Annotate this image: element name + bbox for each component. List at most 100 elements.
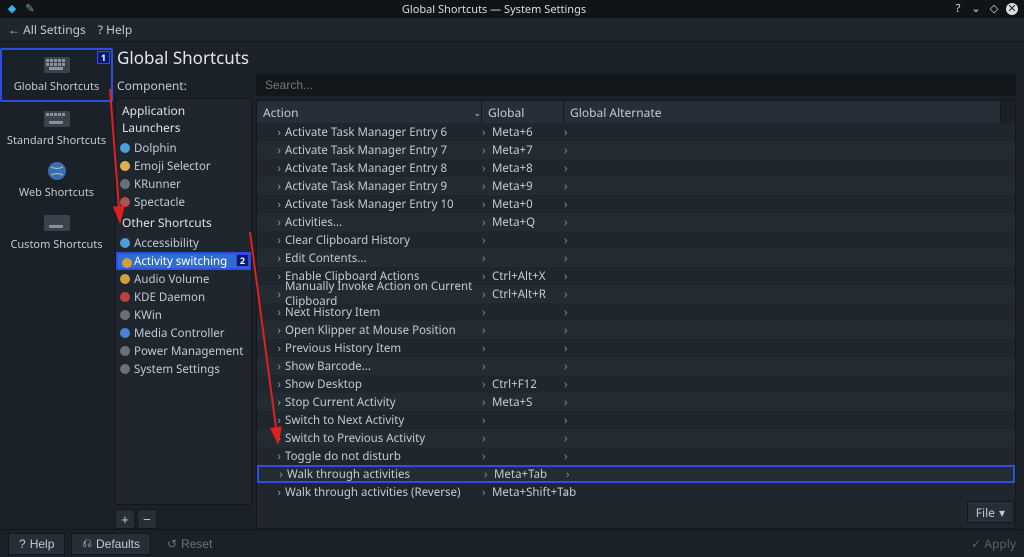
expand-icon[interactable]: › (257, 485, 285, 500)
file-button[interactable]: File ▾ (967, 501, 1014, 523)
maximize-icon[interactable]: ◇ (988, 3, 1000, 15)
table-row[interactable]: › Manually Invoke Action on Current Clip… (257, 285, 1015, 303)
chev-icon: › (484, 467, 494, 482)
comp-item-power[interactable]: Power Management (116, 342, 251, 360)
add-button[interactable]: + (115, 509, 135, 529)
footer: ?Help ⎌Defaults ↺ Reset Apply (0, 529, 1024, 557)
header-alternate[interactable]: Global Alternate (564, 101, 1001, 123)
defaults-button[interactable]: ⎌Defaults (71, 533, 151, 555)
action-label: Show Barcode... (285, 359, 482, 374)
expand-icon[interactable]: › (257, 251, 285, 266)
comp-item-system-settings[interactable]: System Settings (116, 360, 251, 378)
action-label: Previous History Item (285, 341, 482, 356)
search-input[interactable] (256, 74, 1016, 96)
expand-icon[interactable]: › (257, 341, 285, 356)
expand-icon[interactable]: › (257, 233, 285, 248)
expand-icon[interactable]: › (257, 323, 285, 338)
table-row[interactable]: › Activate Task Manager Entry 9 › Meta+9… (257, 177, 1015, 195)
chev-icon: › (564, 287, 574, 302)
chev-icon: › (482, 197, 492, 212)
expand-icon[interactable]: › (257, 161, 285, 176)
table-row[interactable]: › Previous History Item › › (257, 339, 1015, 357)
daemon-icon (120, 292, 130, 302)
table-row[interactable]: › Next History Item › › (257, 303, 1015, 321)
expand-icon[interactable]: › (257, 269, 285, 284)
expand-icon[interactable]: › (257, 305, 285, 320)
comp-item-activity-switching[interactable]: Activity switching2 (116, 252, 251, 270)
scrollbar-track[interactable] (1001, 101, 1015, 123)
chev-icon: › (564, 341, 574, 356)
table-row[interactable]: 3 › Walk through activities › Meta+Tab › (257, 465, 1015, 483)
sidebar-item-global-shortcuts[interactable]: Global Shortcuts 1 (0, 48, 113, 102)
expand-icon[interactable]: › (257, 359, 285, 374)
sort-icon: ⌄ (473, 106, 481, 119)
header-global[interactable]: Global (482, 101, 564, 123)
table-row[interactable]: › Activate Task Manager Entry 7 › Meta+7… (257, 141, 1015, 159)
table-row[interactable]: › Show Barcode... › › (257, 357, 1015, 375)
comp-item-dolphin[interactable]: Dolphin (116, 139, 251, 157)
table-row[interactable]: › Stop Current Activity › Meta+S › (257, 393, 1015, 411)
chev-icon: › (564, 197, 574, 212)
table-row[interactable]: › Switch to Previous Activity › › (257, 429, 1015, 447)
chev-icon: › (482, 215, 492, 230)
help-button[interactable]: ?Help (8, 533, 65, 555)
comp-item-spectacle[interactable]: Spectacle (116, 193, 251, 211)
expand-icon[interactable]: › (257, 395, 285, 410)
table-row[interactable]: › Open Klipper at Mouse Position › › (257, 321, 1015, 339)
table-row[interactable]: › Toggle do not disturb › › (257, 447, 1015, 465)
chev-icon: › (482, 413, 492, 428)
expand-icon[interactable]: › (257, 431, 285, 446)
keep-above-icon[interactable]: ⌄ (970, 3, 982, 15)
table-row[interactable]: › Show Desktop › Ctrl+F12 › (257, 375, 1015, 393)
expand-icon[interactable]: › (257, 287, 285, 302)
header-action[interactable]: Action⌄ (257, 101, 482, 123)
question-icon: ? (19, 537, 26, 551)
table-row[interactable]: › Activate Task Manager Entry 10 › Meta+… (257, 195, 1015, 213)
help-icon[interactable]: ? (952, 3, 964, 15)
chev-icon: › (482, 251, 492, 266)
table-row[interactable]: › Activate Task Manager Entry 8 › Meta+8… (257, 159, 1015, 177)
reset-button[interactable]: ↺ Reset (157, 533, 222, 555)
toolbar-help[interactable]: ? Help (98, 21, 132, 38)
table-row[interactable]: › Walk through activities (Reverse) › Me… (257, 483, 1015, 501)
settings-icon (120, 364, 130, 374)
expand-icon[interactable]: › (257, 125, 285, 140)
chev-icon: › (482, 485, 492, 500)
expand-icon[interactable]: › (257, 143, 285, 158)
close-icon[interactable]: ✕ (1006, 3, 1018, 15)
comp-item-audio-volume[interactable]: Audio Volume (116, 270, 251, 288)
action-label: Switch to Next Activity (285, 413, 482, 428)
folder-icon (120, 143, 130, 153)
remove-button[interactable]: − (137, 509, 157, 529)
expand-icon[interactable]: › (257, 215, 285, 230)
expand-icon[interactable]: › (257, 377, 285, 392)
table-row[interactable]: › Activities... › Meta+Q › (257, 213, 1015, 231)
comp-item-kde-daemon[interactable]: KDE Daemon (116, 288, 251, 306)
comp-item-accessibility[interactable]: Accessibility (116, 234, 251, 252)
table-row[interactable]: › Activate Task Manager Entry 6 › Meta+6… (257, 123, 1015, 141)
comp-item-krunner[interactable]: KRunner (116, 175, 251, 193)
sidebar-item-label: Web Shortcuts (19, 185, 94, 200)
defaults-label: Defaults (96, 537, 140, 551)
comp-item-emoji[interactable]: Emoji Selector (116, 157, 251, 175)
expand-icon[interactable]: › (257, 197, 285, 212)
chev-icon: › (564, 233, 574, 248)
sidebar-item-custom-shortcuts[interactable]: Custom Shortcuts (0, 208, 113, 258)
chev-icon: › (482, 287, 492, 302)
table-row[interactable]: › Edit Contents... › › (257, 249, 1015, 267)
sidebar-item-standard-shortcuts[interactable]: Standard Shortcuts (0, 104, 113, 154)
expand-icon[interactable]: › (257, 179, 285, 194)
chev-icon: › (564, 323, 574, 338)
back-button[interactable]: ← All Settings (8, 21, 86, 38)
brush-icon: ✎ (24, 3, 36, 15)
table-row[interactable]: › Clear Clipboard History › › (257, 231, 1015, 249)
sidebar-item-web-shortcuts[interactable]: Web Shortcuts (0, 156, 113, 206)
expand-icon[interactable]: › (257, 449, 285, 464)
chev-icon: › (564, 269, 574, 284)
expand-icon[interactable]: › (257, 413, 285, 428)
table-row[interactable]: › Switch to Next Activity › › (257, 411, 1015, 429)
callout-1: 1 (97, 51, 110, 64)
comp-item-media-controller[interactable]: Media Controller (116, 324, 251, 342)
comp-item-kwin[interactable]: KWin (116, 306, 251, 324)
expand-icon[interactable]: › (259, 467, 287, 482)
